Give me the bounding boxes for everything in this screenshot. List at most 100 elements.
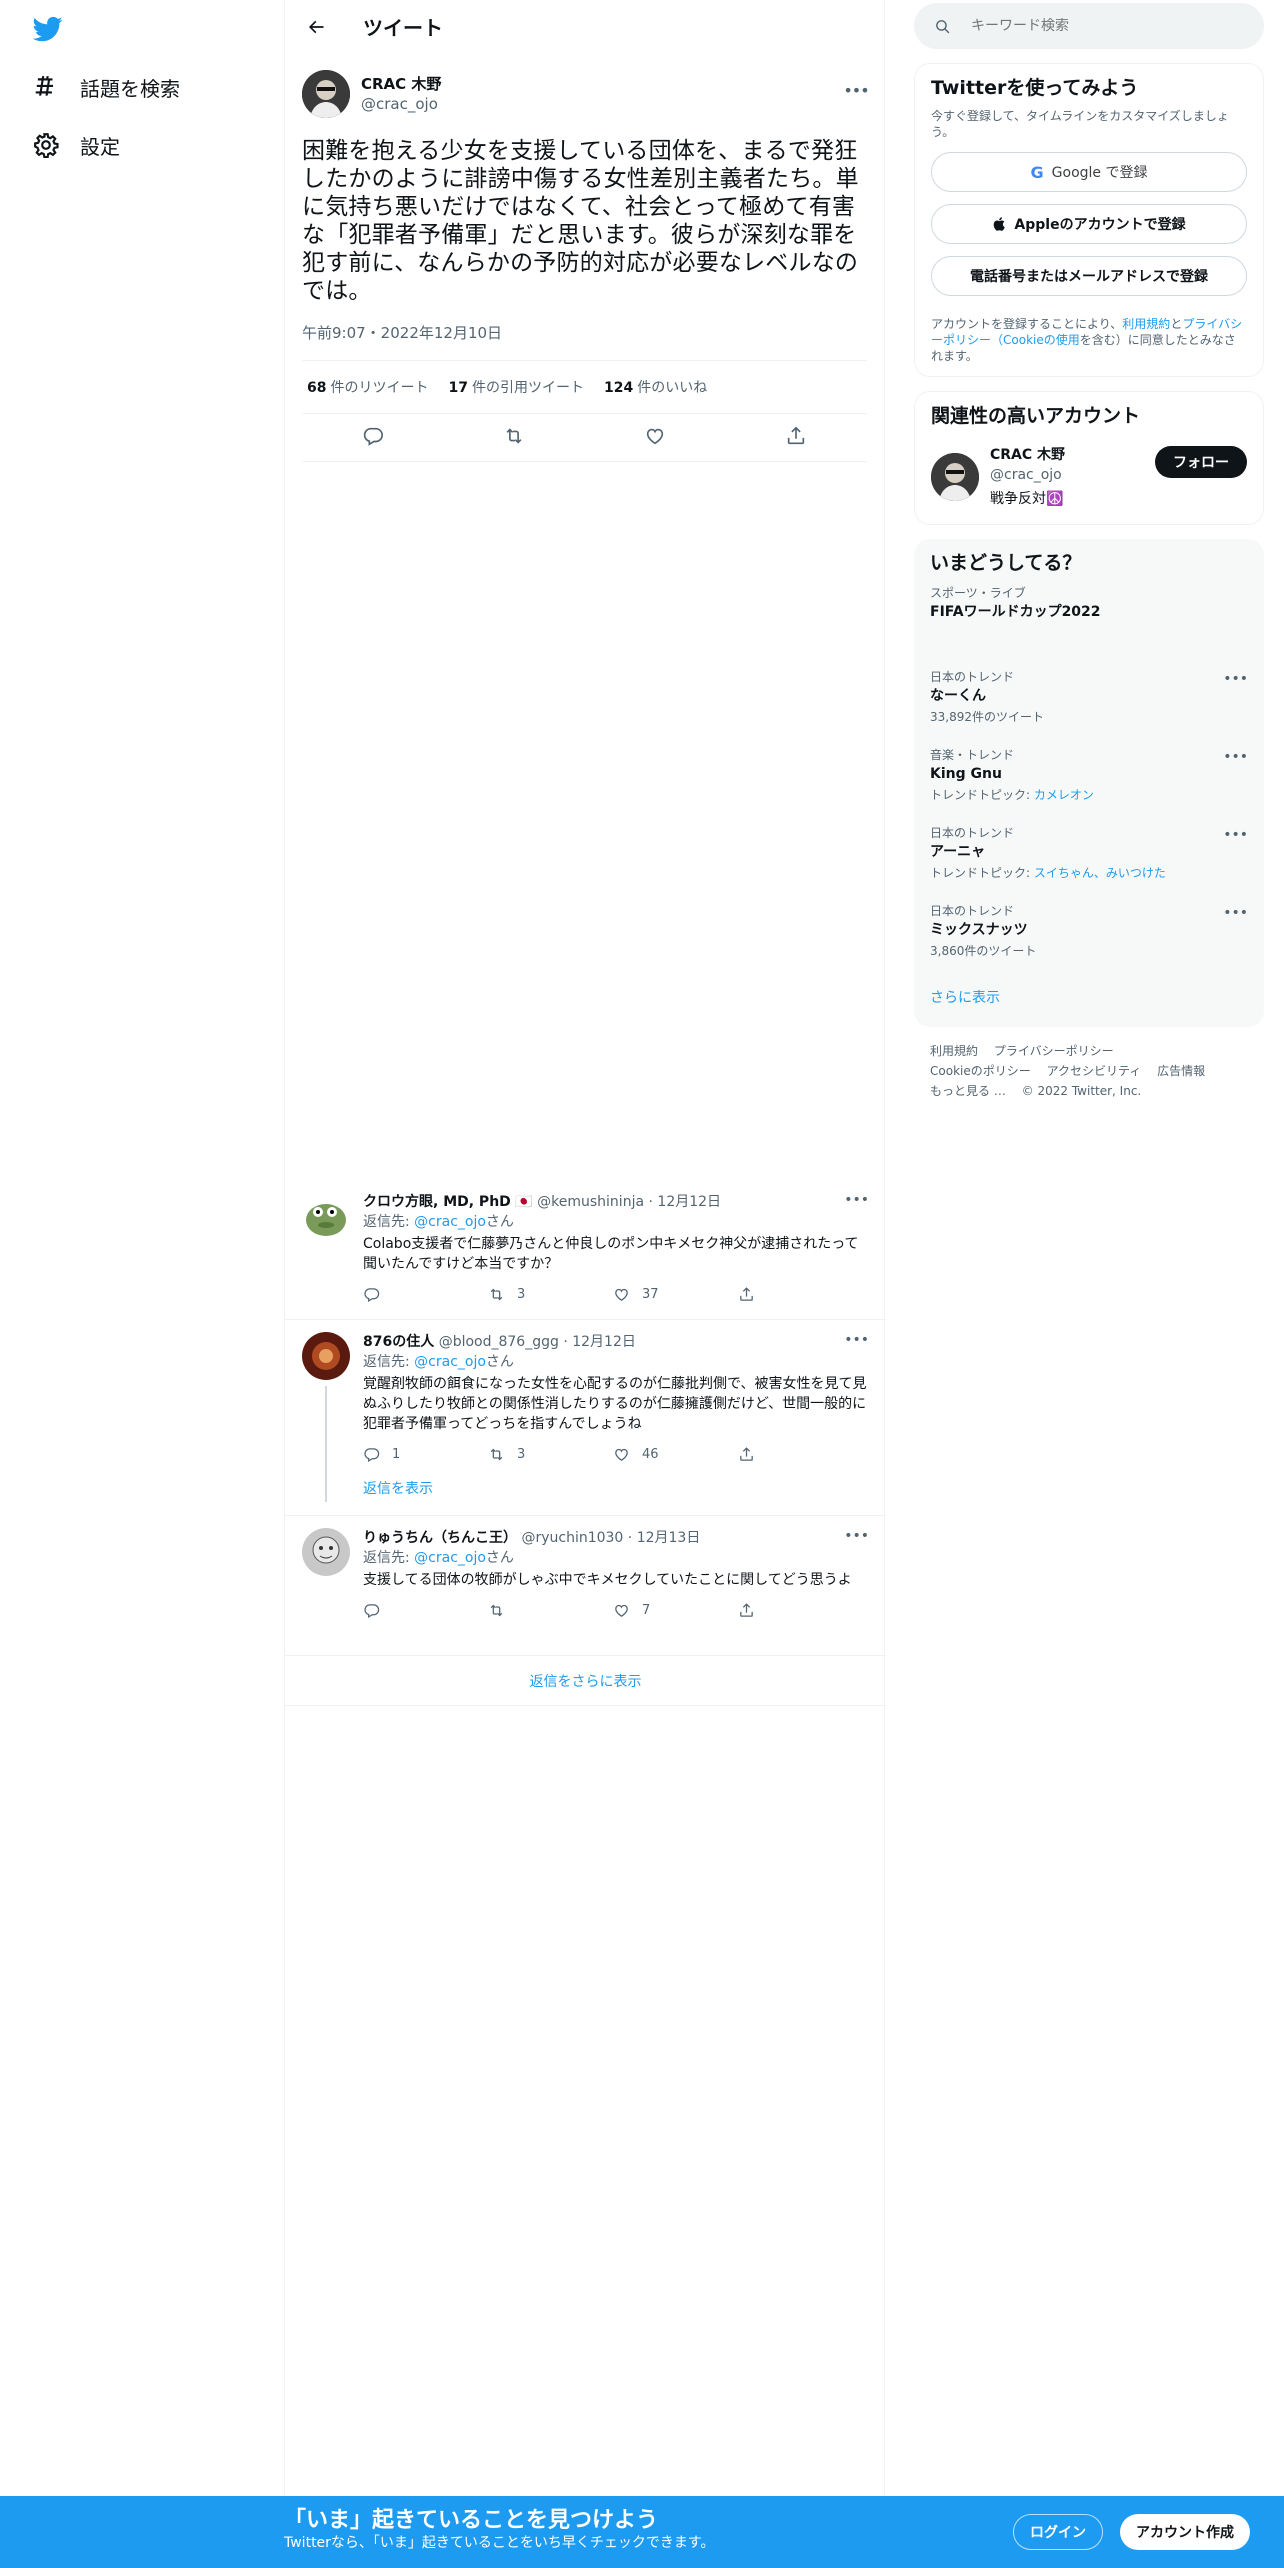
show-more-replies-link[interactable]: 返信をさらに表示 [285,1656,886,1706]
back-button[interactable] [299,10,333,44]
retweet-icon [490,1604,503,1616]
footer-link[interactable]: 広告情報 [1157,1064,1205,1078]
reply-button[interactable]: 1 [363,1446,488,1463]
reply-date[interactable]: 12月12日 [572,1334,636,1350]
like-count[interactable]: 124 件のいいね [604,377,707,397]
show-replies-link[interactable]: 返信を表示 [363,1474,869,1512]
retweet-button[interactable] [488,1602,613,1619]
gear-icon [32,131,60,159]
reply-handle[interactable]: @ryuchin1030 [521,1530,623,1546]
more-options-icon[interactable]: ••• [844,1528,869,1544]
login-button[interactable]: ログイン [1013,2514,1103,2550]
apple-signup-button[interactable]: Appleのアカウントで登録 [931,204,1247,244]
avatar[interactable] [302,1528,350,1576]
signup-banner: 「いま」起きていることを見つけよう Twitterなら、「いま」起きていることを… [0,2496,1284,2568]
related-account[interactable]: CRAC 木野 @crac_ojo 戦争反対☮️ フォロー [931,442,1247,512]
like-button[interactable]: 37 [613,1286,738,1303]
avatar[interactable] [302,1192,350,1240]
trend-item[interactable]: スポーツ・ライブ FIFAワールドカップ2022 [930,575,1248,659]
terms-link[interactable]: 利用規約 [1122,317,1170,331]
like-icon [615,1604,628,1617]
reply-text: 支援してる団体の牧師がしゃぶ中でキメセクしていたことに関してどう思うよ [363,1572,852,1588]
reply-to: 返信先: @crac_ojoさん [363,1354,514,1370]
reply-item[interactable]: りゅうちん（ちんこ王） @ryuchin1030 · 12月13日 返信先: @… [285,1516,886,1656]
footer-link[interactable]: プライバシーポリシー [994,1044,1114,1058]
like-icon [615,1288,628,1301]
nav-settings-label: 設定 [80,134,120,159]
quote-count[interactable]: 17 件の引用ツイート [448,377,583,397]
author-name[interactable]: CRAC 木野 [361,74,441,94]
reply-to-link[interactable]: @crac_ojo [414,1354,486,1370]
reply-to-link[interactable]: @crac_ojo [414,1550,486,1566]
reply-date[interactable]: 12月12日 [657,1194,721,1210]
related-name[interactable]: CRAC 木野 [990,445,1065,465]
reply-date[interactable]: 12月13日 [637,1530,701,1546]
phone-email-signup-button[interactable]: 電話番号またはメールアドレスで登録 [931,256,1247,296]
show-more-trends-link[interactable]: さらに表示 [930,971,1248,1015]
reply-to: 返信先: @crac_ojoさん [363,1550,514,1566]
avatar[interactable] [931,453,979,501]
footer-link[interactable]: 利用規約 [930,1044,978,1058]
retweet-button[interactable]: 3 [488,1446,613,1463]
reply-handle[interactable]: @blood_876_ggg [439,1334,559,1350]
more-options-icon[interactable]: ••• [1223,671,1248,687]
left-nav: 話題を検索 設定 [0,0,284,2568]
reply-actions: 7 [363,1590,869,1630]
thread-line [325,1386,327,1502]
retweet-icon [490,1448,503,1460]
reply-handle[interactable]: @kemushininja [537,1194,644,1210]
more-options-icon[interactable]: ••• [844,1192,869,1208]
footer-link[interactable]: Cookieのポリシー [930,1064,1031,1078]
trend-item[interactable]: 日本のトレンド アーニャ トレンドトピック: スイちゃん、みいつけた ••• [930,815,1248,893]
twitter-bird-icon[interactable] [31,14,65,44]
retweet-button[interactable]: 3 [488,1286,613,1303]
reply-author-name[interactable]: りゅうちん（ちんこ王） [363,1530,517,1546]
search-input[interactable] [971,18,1231,34]
like-icon[interactable] [644,425,666,451]
reply-button[interactable] [363,1602,488,1619]
reply-item[interactable]: クロウ方眼, MD, PhD 🇯🇵 @kemushininja · 12月12日… [285,1180,886,1320]
follow-button[interactable]: フォロー [1155,446,1247,478]
reply-text: Colabo支援者で仁藤夢乃さんと仲良しのポン中キメセク神父が逮捕されたって聞い… [363,1236,859,1272]
tweet-timestamp[interactable]: 午前9:07・2022年12月10日 [302,319,867,347]
share-icon[interactable] [785,425,807,451]
google-signup-button[interactable]: G Google で登録 [931,152,1247,192]
trend-item[interactable]: 日本のトレンド ミックスナッツ 3,860件のツイート ••• [930,893,1248,971]
retweet-count[interactable]: 68 件のリツイート [307,377,428,397]
avatar[interactable] [302,70,350,118]
nav-settings[interactable]: 設定 [32,117,120,173]
trends-card: いまどうしてる？ スポーツ・ライブ FIFAワールドカップ2022 日本のトレン… [914,539,1264,1027]
more-options-icon[interactable]: ••• [1223,749,1248,765]
related-bio: 戦争反対☮️ [990,491,1064,507]
more-options-icon[interactable]: ••• [1223,905,1248,921]
more-options-icon[interactable]: ••• [843,79,869,101]
related-handle[interactable]: @crac_ojo [990,465,1065,485]
reply-button[interactable] [363,1286,488,1303]
share-button[interactable] [738,1286,863,1303]
author-handle[interactable]: @crac_ojo [361,94,441,114]
avatar[interactable] [302,1332,350,1380]
footer-link[interactable]: アクセシビリティ [1047,1064,1142,1078]
reply-icon[interactable] [362,425,384,451]
footer-link[interactable]: もっと見る … [930,1084,1006,1098]
search-icon [936,19,950,33]
more-options-icon[interactable]: ••• [1223,827,1248,843]
more-options-icon[interactable]: ••• [844,1332,869,1348]
reply-author-name[interactable]: 876の住人 [363,1334,434,1350]
reply-to-link[interactable]: @crac_ojo [414,1214,486,1230]
signup-button[interactable]: アカウント作成 [1120,2514,1250,2550]
like-button[interactable]: 7 [613,1602,738,1619]
trend-item[interactable]: 日本のトレンド なーくん 33,892件のツイート ••• [930,659,1248,737]
retweet-icon[interactable] [503,425,525,451]
reply-actions: 1 3 46 [363,1434,869,1474]
reply-author-name[interactable]: クロウ方眼, MD, PhD [363,1194,511,1210]
nav-explore[interactable]: 話題を検索 [32,59,180,115]
trend-item[interactable]: 音楽・トレンド King Gnu トレンドトピック: カメレオン ••• [930,737,1248,815]
like-button[interactable]: 46 [613,1446,738,1463]
share-icon [740,1446,753,1461]
signup-legal: アカウントを登録することにより、利用規約とプライバシーポリシー（Cookieの使… [931,317,1243,363]
share-button[interactable] [738,1602,863,1619]
reply-item[interactable]: 876の住人 @blood_876_ggg · 12月12日 返信先: @cra… [285,1320,886,1516]
share-button[interactable] [738,1446,863,1463]
search-box[interactable] [914,3,1264,49]
